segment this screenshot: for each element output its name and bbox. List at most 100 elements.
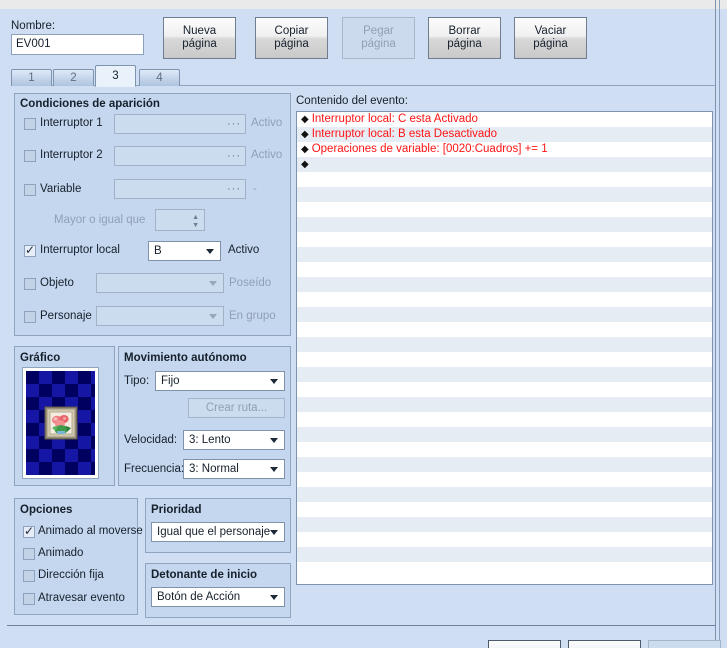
- ok-button[interactable]: [488, 640, 561, 648]
- nueva-pagina-button[interactable]: Nueva página: [163, 17, 236, 59]
- name-input[interactable]: EV001: [11, 34, 144, 55]
- command-bullet-icon: ◆: [301, 159, 309, 170]
- event-command-row[interactable]: [297, 382, 712, 397]
- event-command-row[interactable]: [297, 172, 712, 187]
- event-command-row[interactable]: [297, 187, 712, 202]
- event-command-row[interactable]: [297, 442, 712, 457]
- event-command-row[interactable]: [297, 247, 712, 262]
- actor-combo: [96, 306, 224, 326]
- picture-frame-sprite: [44, 406, 77, 440]
- priority-combo[interactable]: Igual que el personaje: [151, 522, 285, 542]
- event-command-row[interactable]: [297, 352, 712, 367]
- event-command-row[interactable]: [297, 277, 712, 292]
- command-bullet-icon: ◆: [301, 144, 309, 155]
- command-bullet-icon: ◆: [301, 129, 309, 140]
- option-through-label: Atravesar evento: [38, 592, 125, 604]
- chevron-down-icon[interactable]: [270, 530, 278, 535]
- borrar-pagina-line2: página: [447, 38, 482, 50]
- movement-speed-combo[interactable]: 3: Lento: [183, 430, 285, 450]
- chevron-down-icon[interactable]: [270, 438, 278, 443]
- event-command-row[interactable]: [297, 367, 712, 382]
- event-command-row[interactable]: [297, 217, 712, 232]
- variable-label: Variable: [40, 183, 82, 195]
- movement-type-combo[interactable]: Fijo: [155, 371, 285, 391]
- tab-page-3[interactable]: 3: [95, 65, 136, 87]
- event-command-row[interactable]: [297, 502, 712, 517]
- priority-title: Prioridad: [151, 504, 202, 516]
- event-command-row[interactable]: [297, 412, 712, 427]
- chevron-down-icon[interactable]: [206, 249, 214, 254]
- event-command-row[interactable]: ◆ Interruptor local: B esta Desactivado: [297, 127, 712, 142]
- vaciar-pagina-button[interactable]: Vaciar página: [514, 17, 587, 59]
- event-command-row[interactable]: [297, 457, 712, 472]
- switch2-checkbox[interactable]: [24, 150, 36, 162]
- window-top-strip: [0, 0, 727, 9]
- vaciar-pagina-line1: Vaciar: [534, 25, 567, 37]
- trigger-title: Detonante de inicio: [151, 569, 258, 581]
- tab-page-1[interactable]: 1: [11, 69, 52, 86]
- spinner-down-icon[interactable]: ▼: [192, 222, 199, 229]
- cancel-button[interactable]: [568, 640, 641, 648]
- local-switch-combo[interactable]: B: [148, 241, 221, 261]
- event-command-row[interactable]: [297, 322, 712, 337]
- option-through-checkbox[interactable]: [23, 593, 35, 605]
- graphic-title: Gráfico: [20, 352, 61, 364]
- event-command-row[interactable]: ◆ Operaciones de variable: [0020:Cuadros]…: [297, 142, 712, 157]
- event-command-text: Interruptor local: C esta Activado: [311, 113, 478, 125]
- variable-checkbox[interactable]: [24, 184, 36, 196]
- event-command-list[interactable]: ◆ Interruptor local: C esta Activado ◆ Inte…: [296, 111, 713, 585]
- event-command-row[interactable]: [297, 262, 712, 277]
- movement-frequency-value: 3: Normal: [189, 463, 239, 475]
- event-command-row[interactable]: [297, 232, 712, 247]
- appearance-conditions-title: Condiciones de aparición: [20, 98, 160, 110]
- tab-page-2[interactable]: 2: [53, 69, 94, 86]
- switch1-field[interactable]: ···: [114, 114, 246, 134]
- tab-page-4[interactable]: 4: [139, 69, 180, 86]
- event-command-row[interactable]: [297, 397, 712, 412]
- trigger-combo[interactable]: Botón de Acción: [151, 587, 285, 607]
- actor-label: Personaje: [40, 310, 92, 322]
- variable-field[interactable]: ···: [114, 179, 246, 199]
- item-checkbox[interactable]: [24, 278, 36, 290]
- event-command-row[interactable]: [297, 307, 712, 322]
- variable-browse-icon[interactable]: ···: [227, 183, 241, 195]
- event-command-row[interactable]: ◆ Interruptor local: C esta Activado: [297, 112, 712, 127]
- chevron-down-icon[interactable]: [270, 595, 278, 600]
- chevron-down-icon[interactable]: [270, 379, 278, 384]
- event-command-row[interactable]: [297, 202, 712, 217]
- option-animated-checkbox[interactable]: [23, 548, 35, 560]
- switch2-field[interactable]: ···: [114, 146, 246, 166]
- local-switch-value: B: [154, 245, 162, 257]
- movement-speed-value: 3: Lento: [189, 434, 231, 446]
- switch2-browse-icon[interactable]: ···: [227, 150, 241, 162]
- movement-frequency-combo[interactable]: 3: Normal: [183, 459, 285, 479]
- variable-compare-spinner[interactable]: ▲ ▼: [155, 209, 205, 231]
- local-switch-label: Interruptor local: [40, 244, 120, 256]
- movement-type-label: Tipo:: [124, 375, 150, 387]
- spinner-up-icon[interactable]: ▲: [192, 214, 199, 221]
- switch1-state-label: Activo: [251, 117, 283, 129]
- event-command-text: Interruptor local: B esta Desactivado: [311, 128, 498, 140]
- option-animate-on-move-checkbox[interactable]: [23, 524, 35, 538]
- event-command-row[interactable]: [297, 487, 712, 502]
- copiar-pagina-button[interactable]: Copiar página: [255, 17, 328, 59]
- event-command-row[interactable]: [297, 547, 712, 562]
- event-command-row[interactable]: [297, 472, 712, 487]
- window-left-strip: [0, 9, 7, 648]
- event-command-row[interactable]: [297, 532, 712, 547]
- borrar-pagina-button[interactable]: Borrar página: [428, 17, 501, 59]
- event-command-row[interactable]: [297, 562, 712, 577]
- borrar-pagina-line1: Borrar: [448, 25, 481, 37]
- event-command-row[interactable]: [297, 427, 712, 442]
- actor-checkbox[interactable]: [24, 311, 36, 323]
- switch1-checkbox[interactable]: [24, 118, 36, 130]
- event-command-row[interactable]: [297, 517, 712, 532]
- event-command-row[interactable]: ◆: [297, 157, 712, 172]
- local-switch-checkbox[interactable]: [24, 243, 36, 257]
- switch1-browse-icon[interactable]: ···: [227, 118, 241, 130]
- graphic-preview[interactable]: [22, 367, 99, 479]
- option-fixed-direction-checkbox[interactable]: [23, 570, 35, 582]
- chevron-down-icon[interactable]: [270, 467, 278, 472]
- event-command-row[interactable]: [297, 337, 712, 352]
- event-command-row[interactable]: [297, 292, 712, 307]
